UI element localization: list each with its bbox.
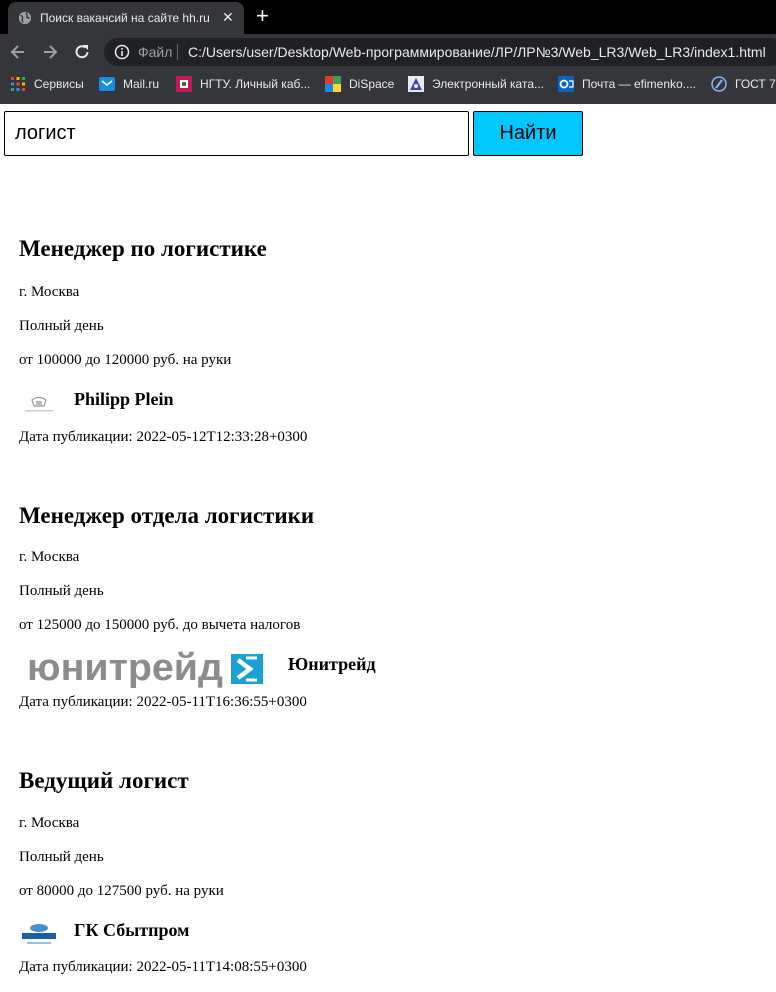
bookmarks-bar: Сервисы Mail.ru НГТУ. Личный каб... DiSp… <box>0 70 776 98</box>
tab-title: Поиск вакансий на сайте hh.ru <box>40 11 210 25</box>
nstu-icon <box>176 76 192 92</box>
bookmark-label: Почта — efimenko.... <box>582 77 697 91</box>
vacancy-city: г. Москва <box>19 549 80 565</box>
vacancy-city: г. Москва <box>19 815 80 831</box>
vacancy-schedule: Полный день <box>19 849 104 865</box>
employer-logo <box>22 924 56 944</box>
toolbar-divider <box>0 98 776 104</box>
bookmark-label: DiSpace <box>349 77 395 91</box>
vacancy-card: Менеджер по логистике г. Москва Полный д… <box>19 236 759 451</box>
new-tab-icon[interactable]: + <box>256 5 269 27</box>
vacancy-card: Ведущий логист г. Москва Полный день от … <box>19 768 759 983</box>
vacancy-salary: от 100000 до 120000 руб. на руки <box>19 352 232 368</box>
bookmark-label: НГТУ. Личный каб... <box>200 77 311 91</box>
employer-name[interactable]: ГК Сбытпром <box>74 920 189 941</box>
logo-wordmark: юнитрейд <box>27 649 223 689</box>
gost-icon <box>711 76 727 92</box>
vacancy-card: Менеджер отдела логистики г. Москва Полн… <box>19 503 759 718</box>
vacancy-published: Дата публикации: 2022-05-11T14:08:55+030… <box>19 959 307 975</box>
search-input[interactable] <box>4 111 469 156</box>
mail-icon <box>99 77 115 91</box>
employer-logo <box>25 396 53 412</box>
employer-name[interactable]: Юнитрейд <box>288 654 376 675</box>
vacancy-salary: от 125000 до 150000 руб. до вычета налог… <box>19 617 301 633</box>
catalog-icon <box>408 76 424 92</box>
address-bar[interactable]: Файл C:/Users/user/Desktop/Web-программи… <box>104 38 776 66</box>
browser-tab[interactable]: Поиск вакансий на сайте hh.ru ✕ <box>8 2 244 34</box>
vacancy-title[interactable]: Менеджер отдела логистики <box>19 503 314 529</box>
vacancy-schedule: Полный день <box>19 583 104 599</box>
info-icon[interactable] <box>114 44 130 60</box>
vacancy-published: Дата публикации: 2022-05-12T12:33:28+030… <box>19 429 308 445</box>
url-text[interactable]: C:/Users/user/Desktop/Web-программирован… <box>188 44 766 60</box>
close-icon[interactable]: ✕ <box>222 9 234 25</box>
browser-toolbar: Файл C:/Users/user/Desktop/Web-программи… <box>0 34 776 70</box>
vacancy-title[interactable]: Менеджер по логистике <box>19 236 267 262</box>
address-separator <box>177 44 178 60</box>
tab-strip: Поиск вакансий на сайте hh.ru ✕ + <box>0 0 776 34</box>
dispace-icon <box>325 76 341 92</box>
bookmark-label: Сервисы <box>34 77 84 91</box>
bookmark-label: Mail.ru <box>123 77 160 91</box>
vacancy-published: Дата публикации: 2022-05-11T16:36:55+030… <box>19 694 307 710</box>
apps-grid-icon <box>11 77 25 91</box>
back-arrow-icon[interactable] <box>8 42 28 62</box>
employer-logo: юнитрейд <box>27 649 263 689</box>
vacancy-schedule: Полный день <box>19 318 104 334</box>
forward-arrow-icon[interactable] <box>40 42 60 62</box>
globe-icon <box>18 11 32 25</box>
vacancy-title[interactable]: Ведущий логист <box>19 768 189 794</box>
vacancy-city: г. Москва <box>19 284 80 300</box>
bookmark-label: Электронный ката... <box>432 77 545 91</box>
bookmark-label: ГОСТ 7. <box>735 77 776 91</box>
employer-name[interactable]: Philipp Plein <box>74 389 174 410</box>
file-scheme-label: Файл <box>138 44 173 60</box>
search-button[interactable]: Найти <box>473 111 583 156</box>
vacancy-salary: от 80000 до 127500 руб. на руки <box>19 883 224 899</box>
outlook-icon <box>558 76 574 92</box>
reload-icon[interactable] <box>72 42 92 62</box>
